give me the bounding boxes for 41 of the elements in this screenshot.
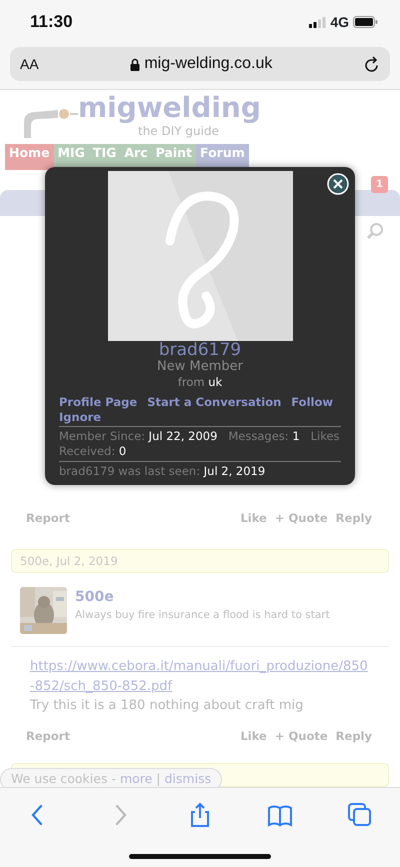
post-action-link[interactable]: + Quote	[274, 510, 328, 528]
profile-action-link[interactable]: Follow	[291, 395, 333, 410]
post-body: Try this it is a 180 nothing about craft mig	[30, 697, 304, 716]
post-header: 500e, Jul 2, 2019	[11, 549, 389, 574]
url-text: mig-welding.co.uk	[144, 54, 272, 74]
post-action-link[interactable]: Report	[26, 510, 70, 528]
alerts-count-badge: 1	[371, 176, 388, 193]
post-link[interactable]: https://www.cebora.it/manuali/fuori_produzione/850-852/sch_850-852.pdf	[30, 657, 370, 696]
reload-icon[interactable]	[364, 56, 380, 72]
post-action-link[interactable]: Like	[240, 510, 267, 528]
close-button[interactable]	[327, 171, 349, 195]
profile-action-link[interactable]: Ignore	[59, 410, 102, 424]
lock-icon	[130, 58, 140, 70]
site-logo-title: migwelding	[78, 94, 261, 122]
status-time: 11:30	[30, 11, 73, 34]
post-action-link[interactable]: Reply	[336, 510, 372, 528]
site-tagline: the DIY guide	[138, 123, 220, 140]
profile-action-link[interactable]: Start a Conversation	[147, 395, 282, 410]
username-link[interactable]: 500e	[75, 587, 330, 608]
post-action-link[interactable]: + Quote	[274, 728, 328, 745]
post-action-link[interactable]: Like	[240, 728, 267, 745]
avatar-placeholder-icon	[108, 171, 292, 341]
text-size-button[interactable]: AA	[20, 54, 39, 74]
profile-action-link[interactable]: Profile Page	[59, 395, 138, 410]
battery-icon	[353, 16, 378, 28]
member-title: New Member	[156, 360, 244, 374]
cookie-link[interactable]: more	[120, 771, 152, 786]
cookie-link[interactable]: dismiss	[164, 771, 212, 786]
signal-icon	[309, 16, 326, 28]
last-seen-text: brad6179 was last seen: Jul 2, 2019	[59, 464, 266, 479]
nav-link[interactable]: Home	[5, 144, 54, 170]
user-signature: Always buy fire insurance a flood is hard to start	[75, 608, 330, 624]
post-action-link[interactable]: Report	[26, 728, 70, 745]
tabs-icon[interactable]	[347, 802, 373, 828]
address-bar[interactable]: AA mig-welding.co.uk	[10, 47, 390, 81]
popup-username: brad6179	[158, 341, 242, 360]
member-stats: Member Since: Jul 22, 2009 Messages: 1 Likes Received: 0	[59, 428, 341, 459]
separator: |	[155, 771, 162, 786]
network-type: 4G	[330, 12, 349, 32]
member-location: from uk	[176, 374, 224, 391]
post-action-link[interactable]: Reply	[336, 728, 372, 745]
